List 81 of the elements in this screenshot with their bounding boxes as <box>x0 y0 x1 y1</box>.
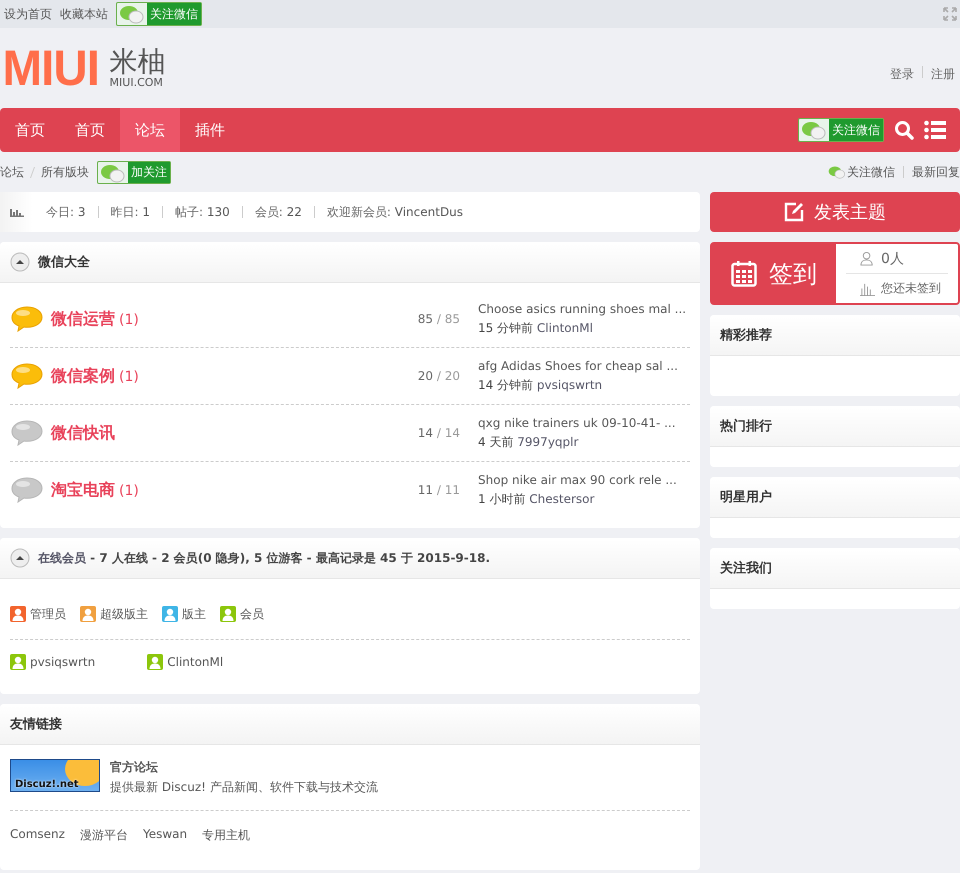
today-count: (1) <box>119 312 139 328</box>
header-link[interactable]: 关注微信 <box>847 164 895 180</box>
last-post-link[interactable]: Shop nike air max 90 cork rele ... <box>478 473 677 487</box>
user-link[interactable]: Chestersor <box>529 492 594 506</box>
collapse-icon[interactable] <box>10 252 30 272</box>
search-icon[interactable] <box>894 120 914 140</box>
forum-link[interactable]: 微信运营 <box>51 308 115 330</box>
panel-title: 明星用户 <box>720 488 772 506</box>
legend-label: 版主 <box>182 606 206 622</box>
nav-tab[interactable]: 论坛 <box>120 108 180 152</box>
checkin-button[interactable]: 签到 <box>712 244 836 303</box>
stat-text: 帖子: 130 <box>175 204 230 220</box>
bar-chart-icon <box>10 207 24 217</box>
link-title[interactable]: 官方论坛 <box>110 760 158 774</box>
breadcrumb-link[interactable]: 论坛 <box>0 164 24 180</box>
thread-post-count: 14 / 14 <box>416 426 460 440</box>
online-members-link[interactable]: 在线会员 <box>38 550 86 564</box>
menu-icon[interactable] <box>924 120 946 140</box>
thread-post-count: 85 / 85 <box>416 312 460 326</box>
stat-text: 今日: 3 <box>46 204 86 220</box>
user-link[interactable]: pvsiqswrtn <box>30 655 96 669</box>
wechat-follow-badge[interactable]: 关注微信 <box>798 118 884 142</box>
chat-bubbles-icon <box>119 4 145 24</box>
account-link[interactable]: 注册 <box>931 66 955 82</box>
friend-link[interactable]: 漫游平台 <box>80 827 128 844</box>
calendar-icon <box>731 260 757 286</box>
header-link[interactable]: 最新回复 <box>912 164 960 180</box>
stat-text: 欢迎新会员: VincentDus <box>326 204 464 220</box>
wechat-follow-badge[interactable]: 加关注 <box>97 160 171 184</box>
top-link[interactable]: 设为首页 <box>4 6 52 22</box>
user-link[interactable]: ClintonMl <box>167 655 224 669</box>
section-title: 微信大全 <box>38 254 90 271</box>
last-post-time: 15 分钟前 <box>478 321 534 335</box>
wechat-follow-badge[interactable]: 关注微信 <box>116 2 202 26</box>
last-post-time: 14 分钟前 <box>478 378 534 392</box>
user-link[interactable]: pvsiqswrtn <box>536 378 602 392</box>
checkin-count: 0人 <box>881 250 904 268</box>
thread-post-count: 11 / 11 <box>416 483 460 497</box>
last-post-link[interactable]: afg Adidas Shoes for cheap sal ... <box>478 359 678 373</box>
friend-link[interactable]: Comsenz <box>10 827 65 844</box>
edit-icon <box>784 202 804 222</box>
new-thread-button[interactable]: 发表主题 <box>710 192 960 232</box>
site-logo[interactable]: Discuz!.net <box>10 759 100 792</box>
nav-tab[interactable]: 插件 <box>180 108 240 152</box>
today-count: (1) <box>119 482 139 498</box>
panel-title: 精彩推荐 <box>720 327 772 344</box>
top-link[interactable]: 收藏本站 <box>60 6 108 22</box>
friend-link[interactable]: Yeswan <box>142 827 188 844</box>
panel-title: 热门排行 <box>720 418 772 435</box>
checkin-status: 您还未签到 <box>881 280 941 297</box>
stat-text: 会员: 22 <box>254 204 302 220</box>
chat-bubbles-icon <box>801 120 827 140</box>
last-post-link[interactable]: Choose asics running shoes mal ... <box>478 302 686 316</box>
last-post-time: 4 天前 <box>478 435 514 449</box>
nav-tab[interactable]: 首页 <box>60 108 120 152</box>
friend-link[interactable]: 专用主机 <box>202 827 250 844</box>
panel-title: 关注我们 <box>720 560 772 577</box>
people-icon <box>860 251 875 266</box>
online-summary: 在线会员 - 7 人在线 - 2 会员(0 隐身), 5 位游客 - 最高记录是 45 于 2015-9-18. <box>38 550 490 566</box>
link-description: 提供最新 Discuz! 产品新闻、软件下载与技术交流 <box>110 779 378 796</box>
today-count: (1) <box>119 368 139 384</box>
stat-text: 昨日: 1 <box>110 204 150 220</box>
legend-label: 超级版主 <box>100 606 148 622</box>
legend-label: 管理员 <box>30 606 66 622</box>
section-title: 友情链接 <box>10 716 62 733</box>
forum-link[interactable]: 微信案例 <box>51 366 115 386</box>
account-link[interactable]: 登录 <box>890 66 914 82</box>
forum-link[interactable]: 微信快讯 <box>51 422 115 444</box>
last-post-link[interactable]: qxg nike trainers uk 09-10-41- ... <box>478 416 676 430</box>
nav-tab[interactable]: 首页 <box>0 108 60 152</box>
legend-label: 会员 <box>240 606 264 622</box>
collapse-icon[interactable] <box>10 548 30 568</box>
user-link[interactable]: 7997yqplr <box>517 435 578 449</box>
user-link[interactable]: ClintonMl <box>536 321 593 335</box>
chat-bubbles-icon <box>828 165 846 179</box>
breadcrumb-link[interactable]: 所有版块 <box>41 164 89 180</box>
chat-bubbles-icon <box>100 162 126 182</box>
bar-chart-icon <box>860 281 875 296</box>
thread-post-count: 20 / 20 <box>416 369 460 383</box>
forum-link[interactable]: 淘宝电商 <box>51 480 115 500</box>
last-post-time: 1 小时前 <box>478 492 526 506</box>
